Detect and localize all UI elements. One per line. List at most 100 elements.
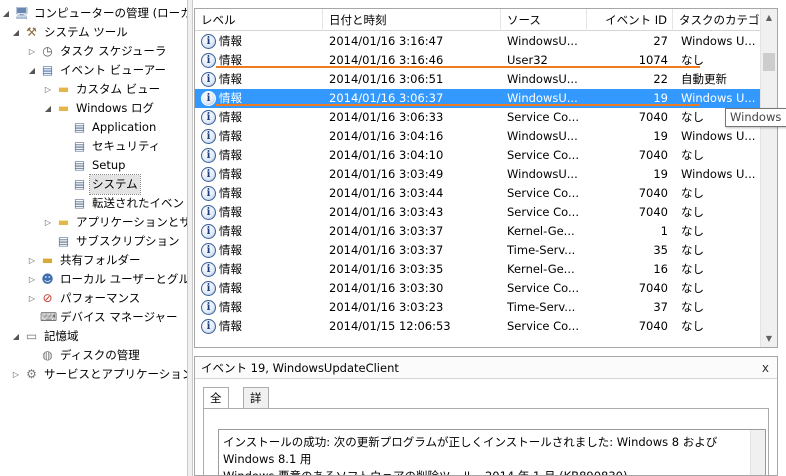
event-row[interactable]: i 情報 2014/01/16 3:04:10 Service Co... 7040 なし: [195, 146, 761, 165]
tab-details[interactable]: 詳細: [243, 387, 269, 425]
collapse-arrow-icon[interactable]: ◢: [44, 99, 52, 118]
cell-event-id: 7040: [638, 110, 668, 124]
tree-item[interactable]: ▤ セキュリティ: [0, 137, 187, 156]
expand-arrow-icon[interactable]: ▷: [44, 213, 52, 232]
cell-level: 情報: [219, 224, 242, 238]
log-icon: ▤: [73, 196, 86, 210]
tree-item[interactable]: ▷ ▬ カスタム ビュー: [0, 80, 187, 99]
tree-item[interactable]: ◢ 🖥 コンピューターの管理 (ローカル): [0, 4, 187, 23]
close-icon[interactable]: x: [762, 357, 769, 379]
cell-category: なし: [681, 186, 704, 200]
tree-item[interactable]: ◢ ▤ イベント ビューアー: [0, 61, 187, 80]
tree-item-label: システム ツール: [44, 25, 128, 39]
log-icon: ▤: [73, 158, 86, 172]
tree-item[interactable]: ▤ 転送されたイベント: [0, 194, 187, 213]
event-row[interactable]: i 情報 2014/01/16 3:03:30 Service Co... 7040 なし: [195, 279, 761, 298]
column-header-event-id[interactable]: イベント ID: [587, 9, 673, 31]
collapse-arrow-icon[interactable]: ◢: [12, 327, 20, 346]
info-icon: i: [201, 34, 216, 49]
event-row[interactable]: i 情報 2014/01/16 3:03:23 Time-Serv... 37 なし: [195, 298, 761, 317]
cell-datetime: 2014/01/16 3:03:49: [329, 167, 444, 181]
cell-datetime: 2014/01/16 3:06:51: [329, 72, 444, 86]
info-icon: i: [201, 91, 216, 106]
tooltip: Windows: [725, 108, 786, 127]
collapse-arrow-icon[interactable]: ◢: [2, 4, 10, 23]
event-viewer-icon: ▤: [41, 63, 54, 77]
collapse-arrow-icon[interactable]: ◢: [12, 23, 20, 42]
info-icon: i: [201, 53, 216, 68]
tree-item[interactable]: ▷ ☻ ローカル ユーザーとグループ: [0, 270, 187, 289]
expand-arrow-icon[interactable]: ▷: [28, 270, 36, 289]
tree-item-label: ディスクの管理: [60, 348, 140, 362]
scroll-thumb[interactable]: [763, 53, 775, 71]
tree-item[interactable]: ▷ ▬ 共有フォルダー: [0, 251, 187, 270]
cell-category: 自動更新: [681, 72, 727, 86]
tree-item[interactable]: ▷ ◷ タスク スケジューラ: [0, 42, 187, 61]
tree-item[interactable]: ▷ ▬ アプリケーションとサービ: [0, 213, 187, 232]
tree-item-label: システム: [89, 174, 141, 195]
description-scrollbar[interactable]: [750, 430, 765, 475]
event-list: レベル 日付と時刻 ソース イベント ID タスクのカテゴリ i情報2014/0…: [194, 8, 778, 348]
info-icon: i: [201, 243, 216, 258]
column-header-datetime[interactable]: 日付と時刻: [323, 9, 501, 31]
pane-splitter[interactable]: [188, 0, 193, 476]
tab-general[interactable]: 全般: [203, 387, 229, 425]
tree-item[interactable]: ▷ ⚙ サービスとアプリケーション: [0, 365, 187, 384]
event-description[interactable]: インストールの成功: 次の更新プログラムが正しくインストールされました: Win…: [218, 429, 766, 475]
event-row[interactable]: i 情報 2014/01/16 3:03:37 Time-Serv... 35 なし: [195, 241, 761, 260]
event-row[interactable]: i 情報 2014/01/16 3:03:49 WindowsU... 19 Window…: [195, 165, 761, 184]
scroll-down-icon[interactable]: ▼: [761, 330, 777, 347]
event-row[interactable]: i 情報 2014/01/16 3:03:37 Kernel-Ge... 1 なし: [195, 222, 761, 241]
tree-item[interactable]: ◢ ▬ Windows ログ: [0, 99, 187, 118]
event-row[interactable]: i 情報 2014/01/16 3:03:35 Kernel-Ge... 16 なし: [195, 260, 761, 279]
scroll-up-icon[interactable]: ▲: [761, 9, 777, 26]
event-row[interactable]: i 情報 2014/01/16 3:06:51 WindowsU... 22 自動更新: [195, 70, 761, 89]
info-icon: i: [201, 129, 216, 144]
cell-datetime: 2014/01/16 3:03:35: [329, 262, 444, 276]
event-row[interactable]: i 情報 2014/01/16 3:03:43 Service Co... 7040 なし: [195, 203, 761, 222]
cell-datetime: 2014/01/16 3:03:37: [329, 243, 444, 257]
event-row[interactable]: i 情報 2014/01/16 3:04:16 WindowsU... 19 Window…: [195, 127, 761, 146]
info-icon: i: [201, 110, 216, 125]
event-row[interactable]: i 情報 2014/01/16 3:03:44 Service Co... 7040 なし: [195, 184, 761, 203]
expand-arrow-icon[interactable]: ▷: [28, 289, 36, 308]
services-icon: ⚙: [26, 367, 37, 381]
column-header-source[interactable]: ソース: [501, 9, 587, 31]
tree-item[interactable]: ⌨ デバイス マネージャー: [0, 308, 187, 327]
folder-icon: ▬: [57, 215, 70, 229]
event-row[interactable]: i 情報 2014/01/15 12:06:53 Service Co... 7040 な…: [195, 317, 761, 336]
expand-arrow-icon[interactable]: ▷: [28, 251, 36, 270]
cell-category: なし: [681, 148, 704, 162]
collapse-arrow-icon[interactable]: ◢: [28, 61, 36, 80]
expand-arrow-icon[interactable]: ▷: [12, 365, 20, 384]
event-row[interactable]: i 情報 2014/01/16 3:06:33 Service Co... 7040 なし: [195, 108, 761, 127]
column-header-level[interactable]: レベル: [195, 9, 323, 31]
tree-item-label: Windows ログ: [76, 101, 154, 115]
cell-level: 情報: [219, 319, 242, 333]
cell-level: 情報: [219, 281, 242, 295]
event-list-header: レベル 日付と時刻 ソース イベント ID タスクのカテゴリ: [195, 9, 761, 31]
cell-event-id: 7040: [638, 319, 668, 333]
info-icon: i: [201, 319, 216, 334]
tree-item[interactable]: ▤ Setup: [0, 156, 187, 175]
event-row[interactable]: i 情報 2014/01/16 3:16:47 WindowsU... 27 Window…: [195, 32, 761, 51]
tree-item-label: カスタム ビュー: [76, 82, 161, 96]
tree-item[interactable]: ◢ ▭ 記憶域: [0, 327, 187, 346]
users-icon: ☻: [41, 272, 54, 286]
cell-source: Service Co...: [507, 205, 579, 219]
info-icon: i: [201, 205, 216, 220]
tree-item[interactable]: ▤ Application: [0, 118, 187, 137]
tree-item[interactable]: ◢ ⚒ システム ツール: [0, 23, 187, 42]
cell-category: Windows U...: [681, 167, 756, 181]
tree-item[interactable]: ▷ ⊘ パフォーマンス: [0, 289, 187, 308]
expand-arrow-icon[interactable]: ▷: [44, 80, 52, 99]
tree-item[interactable]: ▤ システム: [0, 174, 187, 195]
info-icon: i: [201, 281, 216, 296]
tree-item[interactable]: ▤ サブスクリプション: [0, 232, 187, 251]
column-header-task-category[interactable]: タスクのカテゴリ: [673, 9, 761, 31]
disk-icon: ◍: [42, 348, 53, 362]
cell-event-id: 22: [653, 72, 668, 86]
event-list-scrollbar[interactable]: ▲ ▼: [760, 9, 777, 347]
expand-arrow-icon[interactable]: ▷: [28, 42, 36, 61]
tree-item[interactable]: ◍ ディスクの管理: [0, 346, 187, 365]
